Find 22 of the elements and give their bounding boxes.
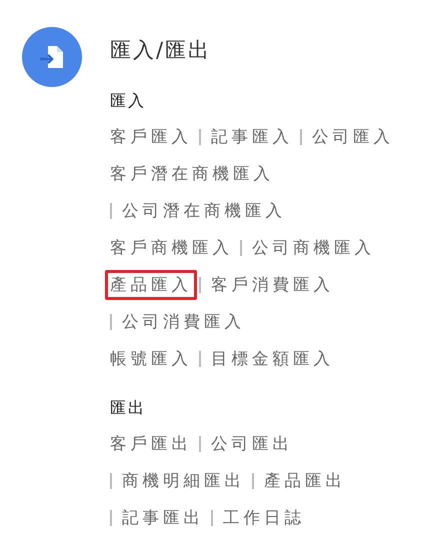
import-export-link[interactable]: 產品匯入: [105, 270, 197, 300]
import-export-link[interactable]: 公司商機匯入: [247, 232, 380, 262]
group-heading: 匯入: [110, 90, 147, 112]
import-export-link[interactable]: 客戶潛在商機匯入: [105, 158, 279, 188]
import-export-link[interactable]: 記事匯出: [117, 502, 209, 532]
file-import-icon: [22, 27, 82, 87]
section-title: 匯入/匯出: [110, 37, 212, 64]
import-export-link[interactable]: 產品匯出: [259, 466, 351, 496]
import-export-link[interactable]: 帳號匯入: [105, 344, 197, 374]
import-export-link[interactable]: 商機明細匯出: [117, 466, 250, 496]
import-export-link[interactable]: 工作日誌: [218, 502, 310, 532]
import-export-link[interactable]: 公司潛在商機匯入: [117, 196, 291, 226]
import-export-link[interactable]: 公司匯出: [206, 428, 298, 458]
import-export-link[interactable]: 目標金額匯入: [206, 344, 339, 374]
import-export-link[interactable]: 客戶匯入: [105, 122, 197, 152]
import-export-link[interactable]: 記事匯入: [206, 122, 298, 152]
import-export-link[interactable]: 客戶匯出: [105, 428, 197, 458]
import-export-link[interactable]: 客戶消費匯入: [206, 270, 339, 300]
import-export-link[interactable]: 公司消費匯入: [117, 306, 250, 336]
group-heading: 匯出: [110, 397, 147, 419]
import-export-link[interactable]: 公司匯入: [307, 122, 399, 152]
import-export-link[interactable]: 客戶商機匯入: [105, 232, 238, 262]
